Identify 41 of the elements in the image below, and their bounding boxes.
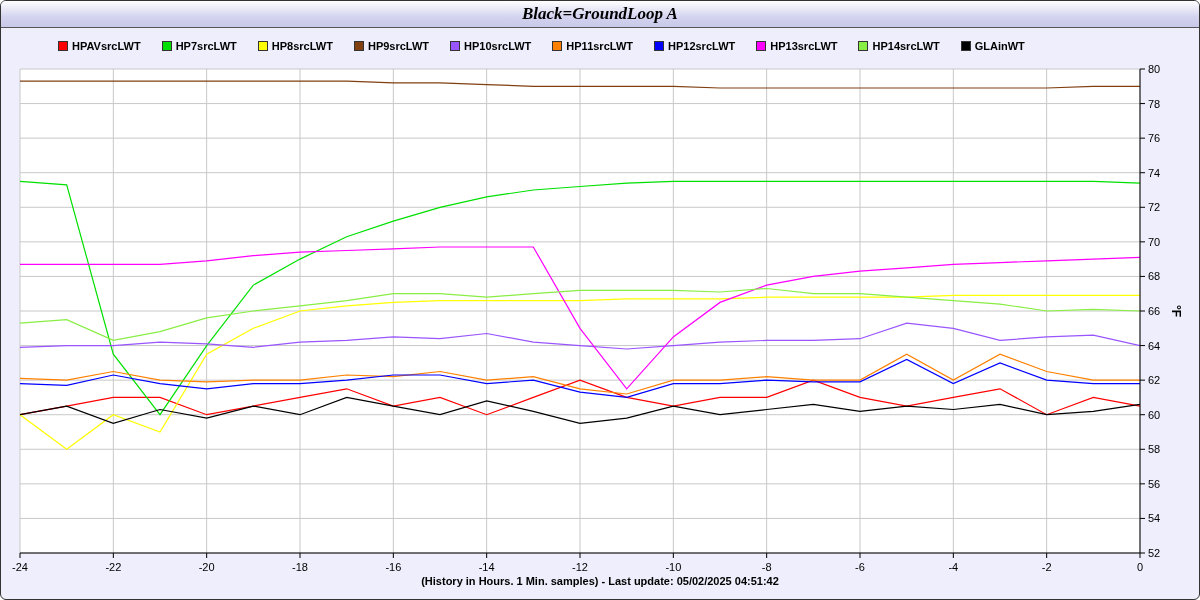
y-tick-label: 52 [1148,547,1161,559]
y-tick-label: 78 [1148,97,1161,110]
legend-label: HP9srcLWT [367,39,430,52]
legend-label: HP11srcLWT [566,39,633,52]
y-tick-label: 60 [1148,408,1161,421]
y-tick-label: 74 [1148,166,1161,179]
y-tick-label: 54 [1148,512,1161,525]
y-tick-label: 72 [1148,201,1161,214]
x-tick-label: -4 [948,561,959,573]
y-tick-label: 70 [1148,235,1161,248]
legend-label: HP14srcLWT [872,39,940,52]
y-tick-label: 66 [1148,305,1161,317]
x-tick-label: -10 [665,561,682,573]
legend-label: GLAinWT [974,39,1025,52]
x-tick-label: -20 [198,561,215,573]
x-tick-label: -8 [761,561,772,573]
x-tick-label: -6 [855,561,865,573]
y-tick-label: 62 [1148,374,1161,387]
x-tick-label: -22 [105,561,122,573]
x-tick-label: -12 [572,561,588,573]
y-axis-label: °F [1169,304,1183,318]
legend-label: HPAVsrcLWT [72,39,141,52]
y-tick-label: 58 [1148,443,1161,456]
x-tick-label: 0 [1136,561,1144,573]
y-tick-label: 64 [1148,339,1161,352]
y-tick-label: 80 [1148,63,1161,75]
x-axis-label: (History in Hours. 1 Min. samples) - Last update: 05/02/2025 04:51:42 [420,575,780,587]
legend-label: HP8srcLWT [271,39,333,52]
y-tick-label: 68 [1148,270,1161,283]
legend-label: HP10srcLWT [464,39,532,52]
y-tick-label: 56 [1148,477,1161,490]
legend-label: HP12srcLWT [668,39,736,52]
x-tick-label: -18 [292,561,308,573]
x-tick-label: -16 [385,561,402,573]
x-tick-label: -14 [478,561,495,573]
legend-label: HP7srcLWT [175,39,237,52]
x-tick-label: -2 [1041,561,1052,573]
x-tick-label: -24 [12,561,28,573]
legend-label: HP13srcLWT [770,39,838,52]
y-tick-label: 76 [1148,132,1161,145]
window-title: Black=GroundLoop A [1,1,1199,28]
